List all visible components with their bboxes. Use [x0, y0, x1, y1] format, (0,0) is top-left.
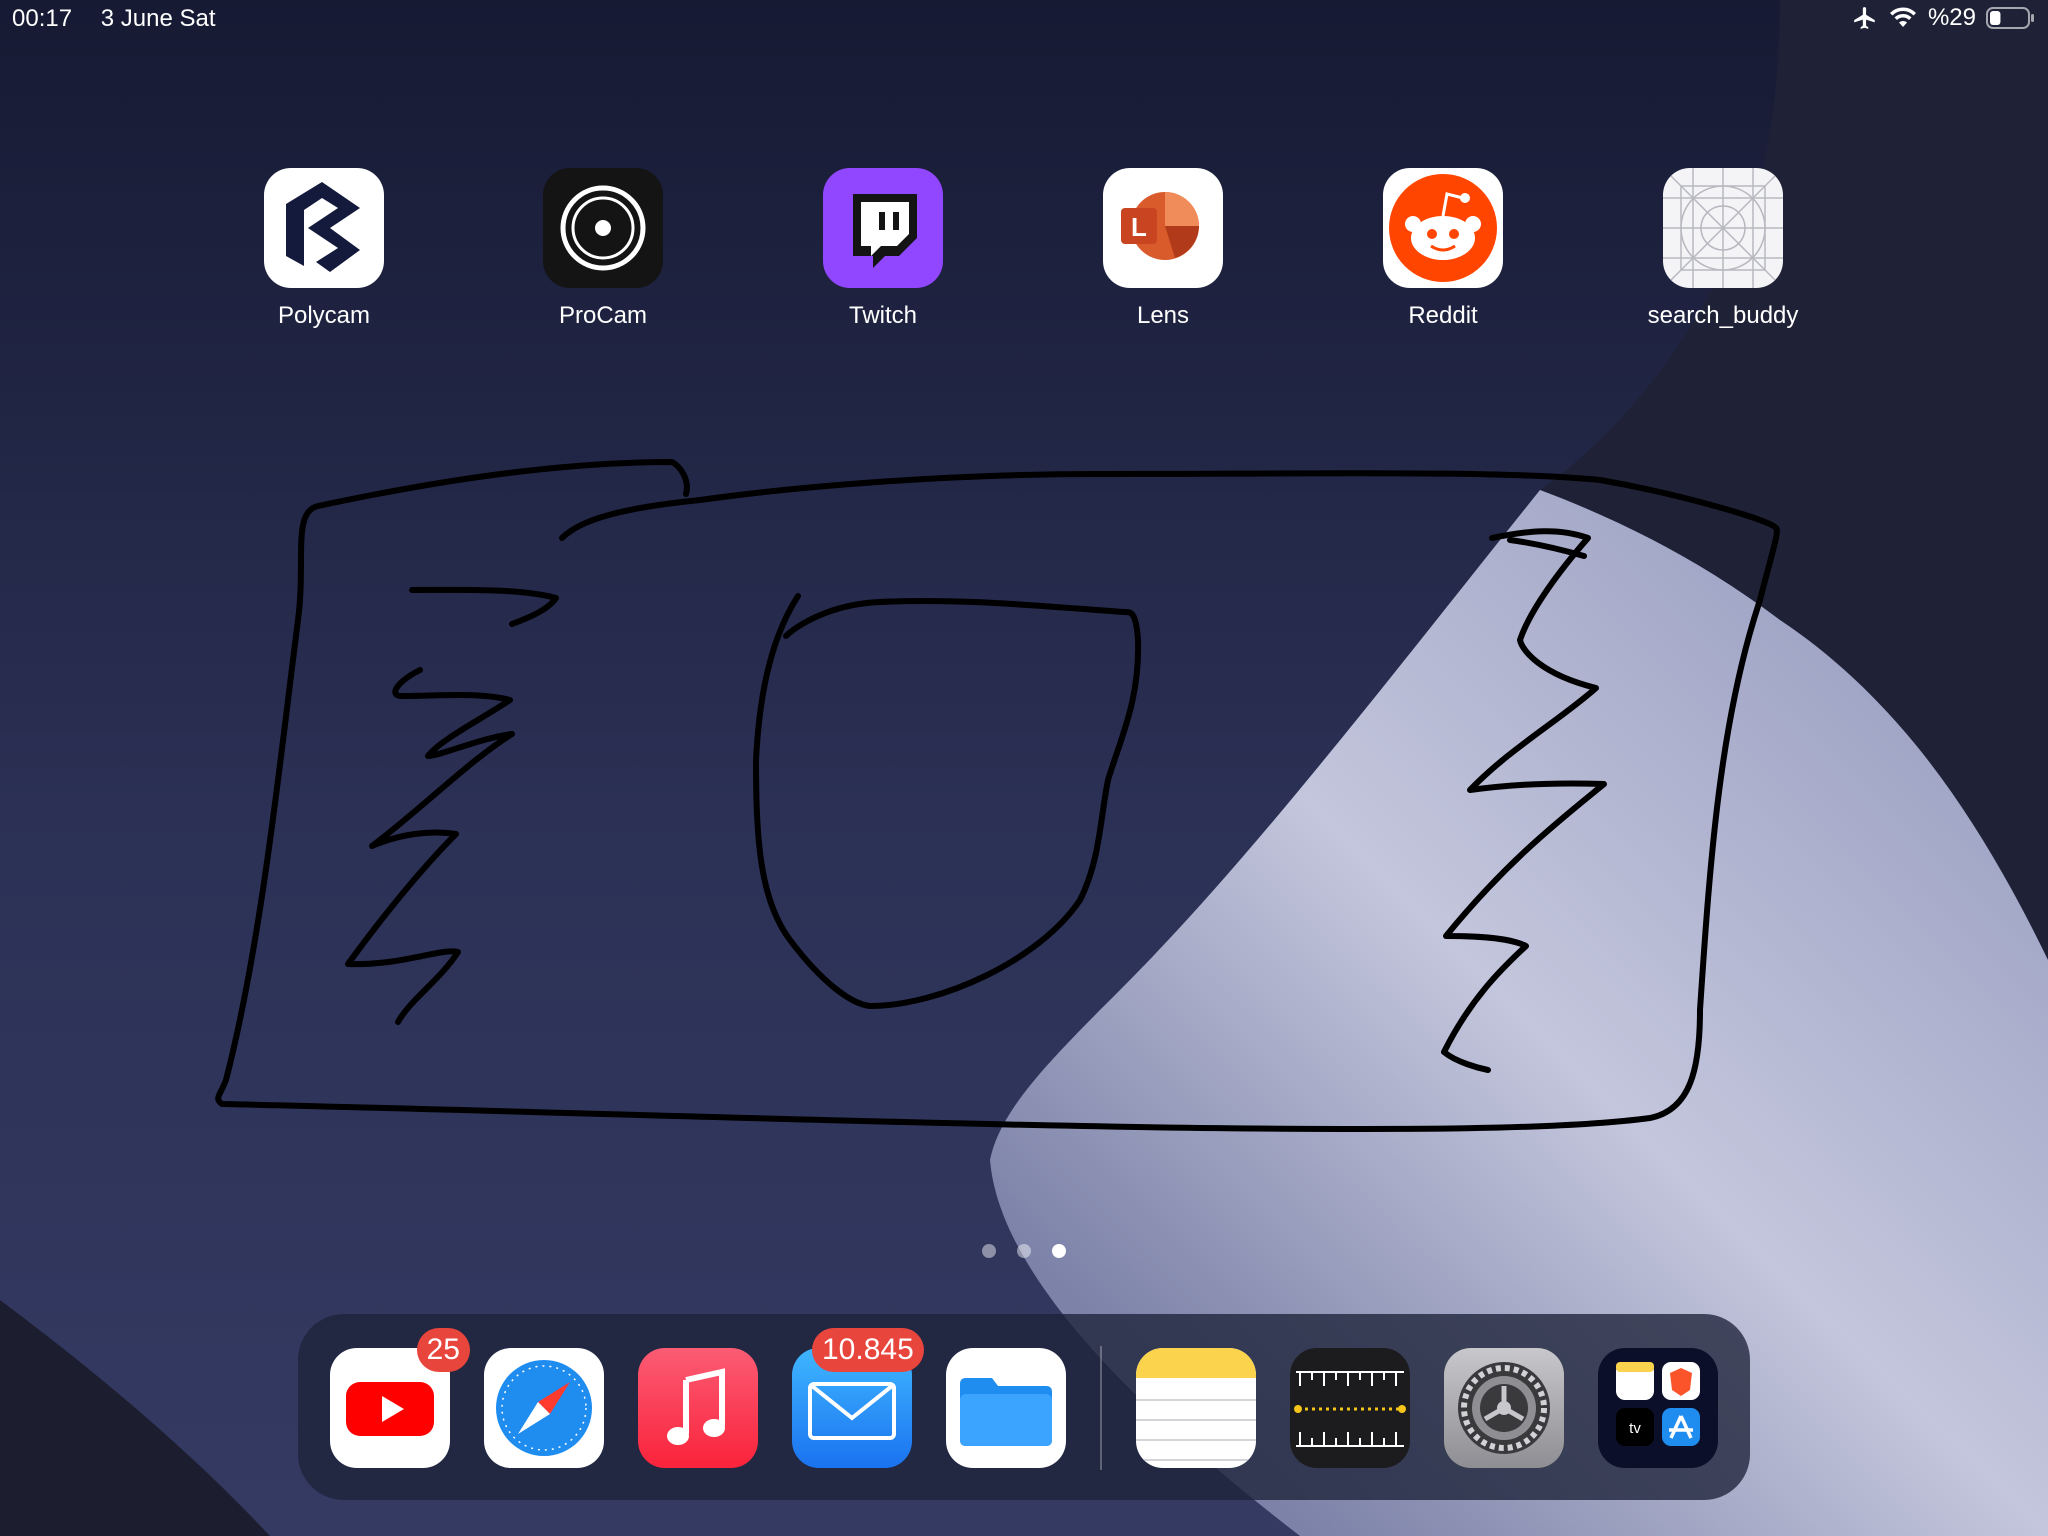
app-search-buddy[interactable]: search_buddy [1613, 168, 1833, 330]
measure-icon [1290, 1348, 1410, 1468]
dock: 25 10.845 tv [298, 1314, 1750, 1500]
notes-icon [1136, 1348, 1256, 1468]
status-bar-right: %29 [1852, 4, 2036, 32]
airplane-mode-icon [1854, 7, 1875, 29]
dock-app-library[interactable]: tv [1598, 1348, 1718, 1468]
dock-app-mail[interactable]: 10.845 [792, 1328, 924, 1468]
procam-icon [543, 168, 663, 288]
page-dot-current[interactable] [1052, 1244, 1066, 1258]
battery-icon [1986, 7, 2034, 29]
dock-app-safari[interactable] [484, 1348, 604, 1468]
status-bar-left: 00:17 3 June Sat [12, 5, 237, 33]
lens-icon: L [1103, 168, 1223, 288]
twitch-icon [823, 168, 943, 288]
app-procam[interactable]: ProCam [493, 168, 713, 330]
battery-percentage: %29 [1927, 4, 1976, 31]
app-twitch[interactable]: Twitch [773, 168, 993, 330]
dock-app-notes[interactable] [1136, 1348, 1256, 1468]
status-time: 00:17 [12, 5, 73, 32]
safari-icon [484, 1348, 604, 1468]
svg-text:L: L [1131, 212, 1147, 242]
dock-app-files[interactable] [946, 1348, 1066, 1468]
page-indicator[interactable] [0, 1244, 2048, 1258]
polycam-icon [264, 168, 384, 288]
dock-app-music[interactable] [638, 1348, 758, 1468]
notification-badge: 10.845 [812, 1328, 924, 1372]
app-label: Twitch [848, 302, 917, 329]
app-reddit[interactable]: Reddit [1333, 168, 1553, 330]
app-label: Reddit [1408, 302, 1478, 329]
page-dot[interactable] [982, 1244, 996, 1258]
dock-separator [1100, 1346, 1102, 1470]
app-label: ProCam [558, 302, 648, 329]
tv-mini-label: tv [1629, 1420, 1641, 1437]
music-icon [638, 1348, 758, 1468]
dock-app-settings[interactable] [1444, 1348, 1564, 1468]
page-dot[interactable] [1017, 1244, 1031, 1258]
app-label: search_buddy [1647, 302, 1799, 329]
app-label: Lens [1136, 302, 1190, 329]
reddit-icon [1383, 168, 1503, 288]
dock-app-measure[interactable] [1290, 1348, 1410, 1468]
settings-icon [1444, 1348, 1564, 1468]
app-library-icon: tv [1598, 1348, 1718, 1468]
placeholder-app-icon [1663, 168, 1783, 288]
app-lens[interactable]: L Lens [1053, 168, 1273, 330]
wifi-icon [1889, 7, 1916, 27]
notification-badge: 25 [416, 1328, 470, 1372]
dock-app-youtube[interactable]: 25 [330, 1328, 470, 1468]
files-icon [946, 1348, 1066, 1468]
app-label: Polycam [277, 302, 371, 329]
app-polycam[interactable]: Polycam [214, 168, 434, 330]
status-date: 3 June Sat [100, 5, 216, 32]
